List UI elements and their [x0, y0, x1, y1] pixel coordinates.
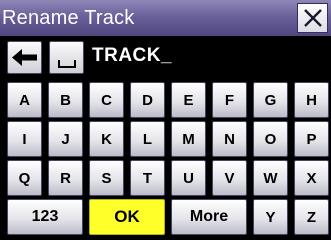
rename-track-screen: Rename Track TRACK_ A B C D E F G H I J … — [0, 0, 331, 240]
key-o[interactable]: O — [253, 121, 288, 157]
title-bar: Rename Track — [0, 0, 331, 36]
key-y[interactable]: Y — [253, 199, 288, 235]
track-name-entry[interactable]: TRACK_ — [92, 45, 172, 67]
key-b[interactable]: B — [48, 82, 83, 118]
key-z[interactable]: Z — [294, 199, 329, 235]
close-button[interactable] — [297, 3, 328, 33]
key-c[interactable]: C — [89, 82, 124, 118]
key-d[interactable]: D — [130, 82, 165, 118]
key-u[interactable]: U — [171, 160, 206, 196]
key-q[interactable]: Q — [7, 160, 42, 196]
key-w[interactable]: W — [253, 160, 288, 196]
key-i[interactable]: I — [7, 121, 42, 157]
key-v[interactable]: V — [212, 160, 247, 196]
ok-button[interactable]: OK — [89, 199, 165, 235]
key-h[interactable]: H — [294, 82, 329, 118]
key-e[interactable]: E — [171, 82, 206, 118]
key-l[interactable]: L — [130, 121, 165, 157]
close-x-icon — [304, 9, 322, 27]
key-g[interactable]: G — [253, 82, 288, 118]
key-m[interactable]: M — [171, 121, 206, 157]
key-x[interactable]: X — [294, 160, 329, 196]
space-bar-icon — [58, 60, 76, 68]
backspace-arrow-icon — [12, 49, 37, 66]
more-button[interactable]: More — [171, 199, 247, 235]
key-t[interactable]: T — [130, 160, 165, 196]
window-title: Rename Track — [2, 7, 135, 29]
key-f[interactable]: F — [212, 82, 247, 118]
on-screen-keyboard: A B C D E F G H I J K L M N O P Q R S T … — [0, 74, 331, 240]
key-s[interactable]: S — [89, 160, 124, 196]
backspace-button[interactable] — [7, 41, 42, 74]
key-k[interactable]: K — [89, 121, 124, 157]
key-a[interactable]: A — [7, 82, 42, 118]
key-j[interactable]: J — [48, 121, 83, 157]
space-button[interactable] — [49, 41, 84, 74]
key-p[interactable]: P — [294, 121, 329, 157]
key-r[interactable]: R — [48, 160, 83, 196]
key-n[interactable]: N — [212, 121, 247, 157]
numbers-button[interactable]: 123 — [7, 199, 83, 235]
